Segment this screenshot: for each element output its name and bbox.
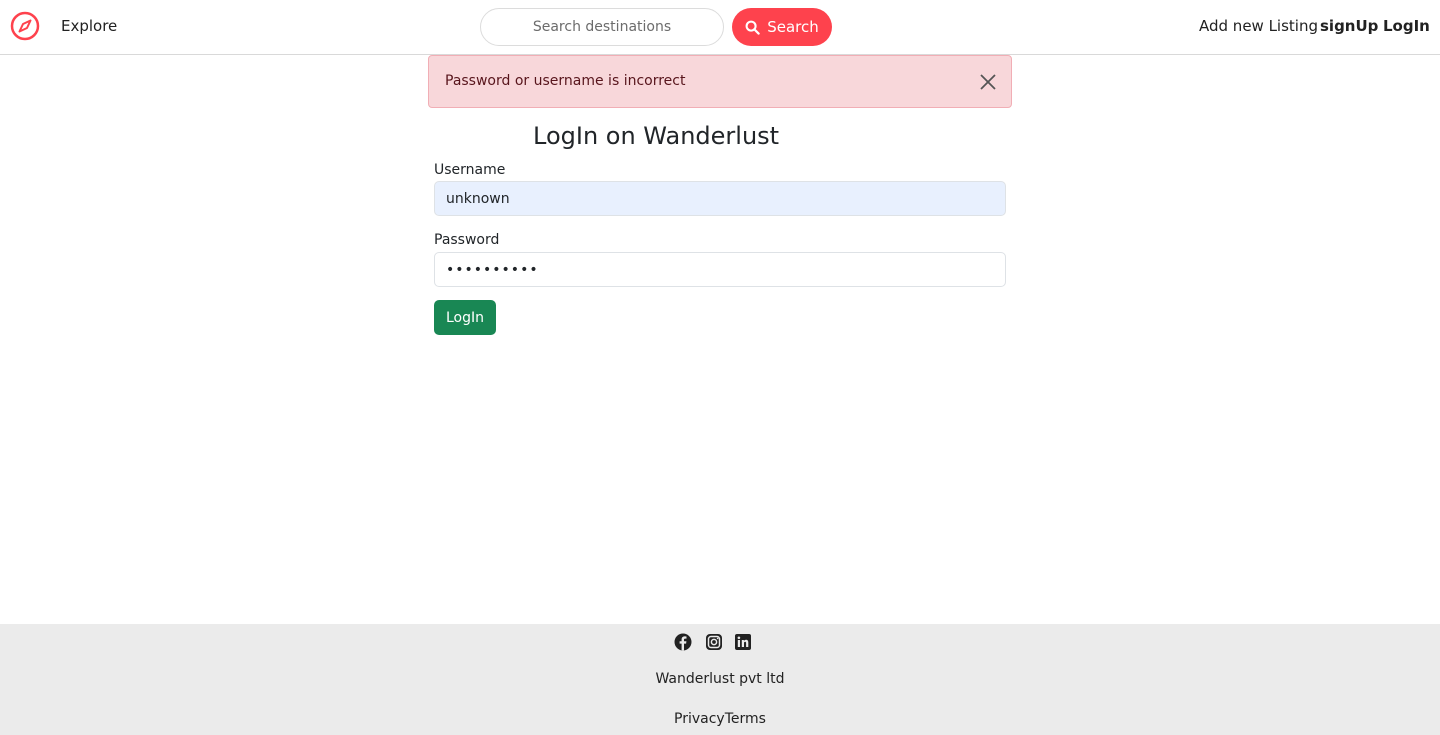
username-field[interactable] [434, 181, 1006, 216]
instagram-icon[interactable] [705, 633, 723, 651]
nav-login-link[interactable]: LogIn [1383, 17, 1430, 35]
footer-links: PrivacyTerms [0, 711, 1440, 727]
search-button-label: Search [767, 18, 819, 36]
search-input[interactable] [480, 8, 724, 46]
navbar: Explore Search Add new Listing signUp Lo… [0, 0, 1440, 55]
footer-company: Wanderlust pvt ltd [655, 671, 785, 687]
close-icon[interactable] [979, 73, 997, 91]
nav-add-listing-link[interactable]: Add new Listing [1199, 17, 1318, 35]
facebook-icon[interactable] [674, 633, 692, 651]
linkedin-icon[interactable] [734, 633, 752, 651]
search-button[interactable]: Search [732, 8, 832, 46]
footer: Wanderlust pvt ltd PrivacyTerms [0, 624, 1440, 735]
footer-terms-link[interactable]: Terms [725, 711, 766, 727]
search-icon [745, 20, 760, 35]
footer-privacy-link[interactable]: Privacy [674, 711, 725, 727]
password-label: Password [434, 232, 500, 248]
username-label: Username [434, 162, 506, 178]
password-field[interactable] [434, 252, 1006, 287]
page-title: LogIn on Wanderlust [533, 122, 780, 150]
nav-explore-link[interactable]: Explore [61, 17, 117, 35]
compass-icon[interactable] [10, 11, 40, 41]
alert-message: Password or username is incorrect [445, 73, 686, 89]
nav-signup-link[interactable]: signUp [1320, 17, 1378, 35]
login-button[interactable]: LogIn [434, 300, 496, 335]
error-alert: Password or username is incorrect [428, 55, 1012, 108]
